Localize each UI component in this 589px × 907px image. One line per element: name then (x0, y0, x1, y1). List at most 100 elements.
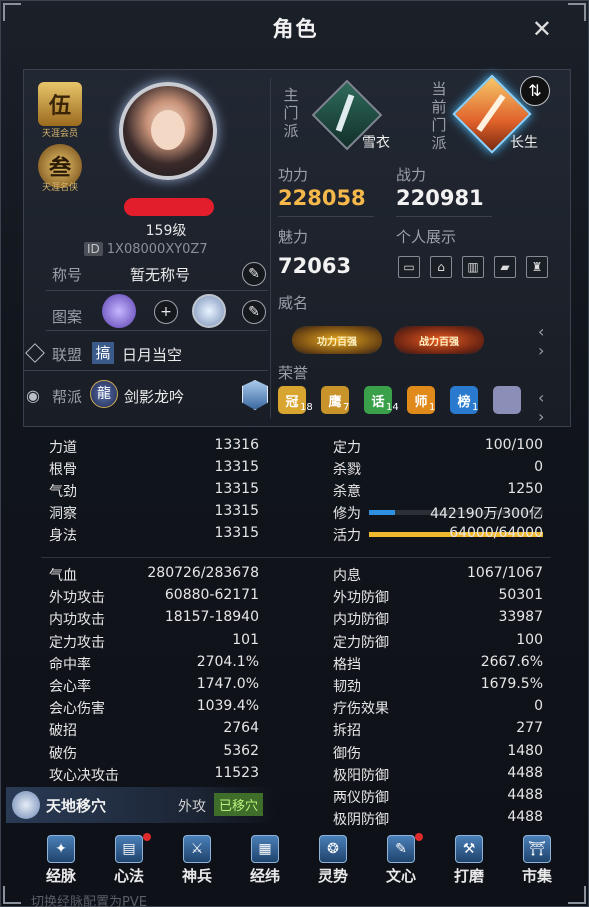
home-icon[interactable]: ⌂ (430, 256, 452, 278)
stat-value: 100 (516, 631, 543, 648)
tab-2[interactable]: ⚔ 神兵 (167, 833, 227, 893)
guild-label: 帮派 (52, 388, 83, 406)
stat-value: 18157-18940 (164, 609, 259, 626)
pattern-pet-icon[interactable] (102, 294, 136, 328)
skill-type: 外攻 (178, 799, 206, 815)
stat-label: 定力 (333, 440, 361, 456)
stat-label: 洞察 (49, 506, 77, 522)
stat-label: 外功攻击 (49, 590, 105, 607)
stat-row: 韧劲 1679.5% (333, 676, 543, 698)
stat-label: 定力防御 (333, 634, 389, 651)
stat-label: 破招 (49, 723, 77, 740)
stat-value: 11523 (214, 764, 259, 781)
guild-name[interactable]: 剑影龙吟 (124, 386, 184, 407)
meili-label: 魅力 (278, 228, 309, 246)
stat-row: 定力防御 100 (333, 632, 543, 654)
avatar[interactable] (119, 82, 217, 180)
stat-label: 攻心决攻击 (49, 767, 119, 784)
acupoint-skill-bar[interactable]: 天地移穴 外攻 已移穴 (6, 787, 276, 823)
tab-3[interactable]: ▦ 经纬 (235, 833, 295, 893)
notification-dot (415, 833, 423, 841)
stat-row: 根骨 13315 (49, 459, 259, 481)
stat-label: 气血 (49, 568, 77, 584)
tab-label: 心法 (113, 867, 144, 885)
id-card-icon[interactable]: ▭ (398, 256, 420, 278)
divider (24, 370, 268, 371)
stat-value: 1747.0% (196, 676, 259, 692)
player-id: ID 1X08000XY0Z7 (84, 242, 208, 257)
tab-6[interactable]: ⚒ 打磨 (439, 833, 499, 893)
close-icon[interactable]: ✕ (532, 17, 552, 41)
stat-label: 力道 (49, 440, 77, 456)
stat-label: 疗伤效果 (333, 701, 389, 718)
stat-value: 60880-62171 (164, 587, 259, 604)
stat-value: 2704.1% (196, 653, 259, 670)
stat-row: 会心伤害 1039.4% (49, 698, 259, 720)
edit-pattern-button[interactable]: ✎ (242, 300, 266, 324)
stat-label: 内息 (333, 568, 361, 584)
edit-title-button[interactable]: ✎ (242, 262, 266, 286)
alliance-emblem-icon: 搞 (92, 342, 114, 364)
membership-badge-icon[interactable]: 伍 (38, 82, 82, 126)
alliance-name[interactable]: 日月当空 (122, 344, 182, 365)
building-icon[interactable]: ▥ (462, 256, 484, 278)
guild-emblem-icon: 龍 (90, 380, 118, 408)
stat-label: 御伤 (333, 745, 361, 762)
fame-zhanli-top100[interactable]: 战力百强 (394, 326, 484, 354)
tab-1[interactable]: ▤ 心法 (99, 833, 159, 893)
stat-row: 会心率 1747.0% (49, 676, 259, 698)
stat-row: 外功防御 50301 (333, 587, 543, 609)
tab-icon: ▤ (115, 835, 143, 863)
tab-5[interactable]: ✎ 文心 (371, 833, 431, 893)
stat-value: 64000/64000 (449, 525, 543, 541)
tab-0[interactable]: ✦ 经脉 (31, 833, 91, 893)
vehicle-icon[interactable]: ▰ (494, 256, 516, 278)
honor-list: 冠 18 鹰 7 话 14 师 1 榜 1 (278, 382, 538, 418)
guild-shield-icon[interactable] (242, 380, 268, 410)
profile-panel: 伍 天涯会员 叁 天涯名侠 159级 ID 1X08000XY0Z7 称号 暂无称… (23, 69, 571, 427)
divider (396, 216, 492, 217)
honor-pager-icon[interactable]: ‹ › (538, 388, 570, 426)
stat-value: 2764 (223, 720, 259, 737)
honor-badge-icon[interactable] (493, 386, 521, 414)
tab-icon: ⚔ (183, 835, 211, 863)
bottom-tab-bar: ✦ 经脉 ▤ 心法 ⚔ 神兵 ▦ 经纬 ❂ 灵势 ✎ 文心 ⚒ 打磨 ⛩ 市集 (25, 833, 573, 893)
stat-label: 两仪防御 (333, 790, 389, 806)
stat-value: 1679.5% (480, 676, 543, 692)
outfit-icon[interactable]: ♜ (526, 256, 548, 278)
tab-7[interactable]: ⛩ 市集 (507, 833, 567, 893)
stat-value: 101 (232, 631, 259, 648)
stat-row: 命中率 2704.1% (49, 654, 259, 676)
stat-value: 4488 (507, 787, 543, 803)
stat-row: 外功攻击 60880-62171 (49, 587, 259, 609)
player-id-value: 1X08000XY0Z7 (106, 242, 208, 257)
tab-icon: ❂ (319, 835, 347, 863)
stat-label: 会心伤害 (49, 701, 105, 718)
pen-icon: ✎ (248, 304, 260, 320)
honor-count: 7 (343, 402, 350, 413)
membership-badge-caption: 天涯会员 (41, 129, 78, 139)
divider (46, 330, 268, 331)
stat-row: 疗伤效果 0 (333, 698, 543, 720)
swap-sect-icon[interactable]: ⇅ (520, 76, 550, 106)
fame-label: 威名 (278, 294, 309, 312)
add-pattern-button[interactable]: + (154, 300, 178, 324)
stat-row: 气劲 13315 (49, 481, 259, 503)
combat-stats-right: 内息 1067/1067 外功防御 50301 内功防御 33987 定力防御 100 格挡 26… (333, 565, 543, 831)
pattern-emblem-icon[interactable] (192, 294, 226, 328)
fame-gongli-top100[interactable]: 功力百强 (292, 326, 382, 354)
fame-pager-icon[interactable]: ‹ › (538, 322, 570, 360)
stat-label: 极阴防御 (333, 812, 389, 829)
title-label: 称号 (52, 266, 83, 284)
tab-4[interactable]: ❂ 灵势 (303, 833, 363, 893)
stat-label: 格挡 (333, 656, 361, 673)
meili-value: 72063 (278, 254, 352, 278)
alliance-label: 联盟 (52, 346, 83, 364)
tab-label: 打磨 (453, 867, 484, 885)
stat-value: 13315 (214, 459, 259, 475)
stat-row: 御伤 1480 (333, 743, 543, 765)
pen-icon: ✎ (248, 266, 260, 282)
main-sect-name: 雪衣 (362, 135, 390, 151)
divider (270, 78, 271, 418)
stat-row: 极阴防御 4488 (333, 809, 543, 831)
